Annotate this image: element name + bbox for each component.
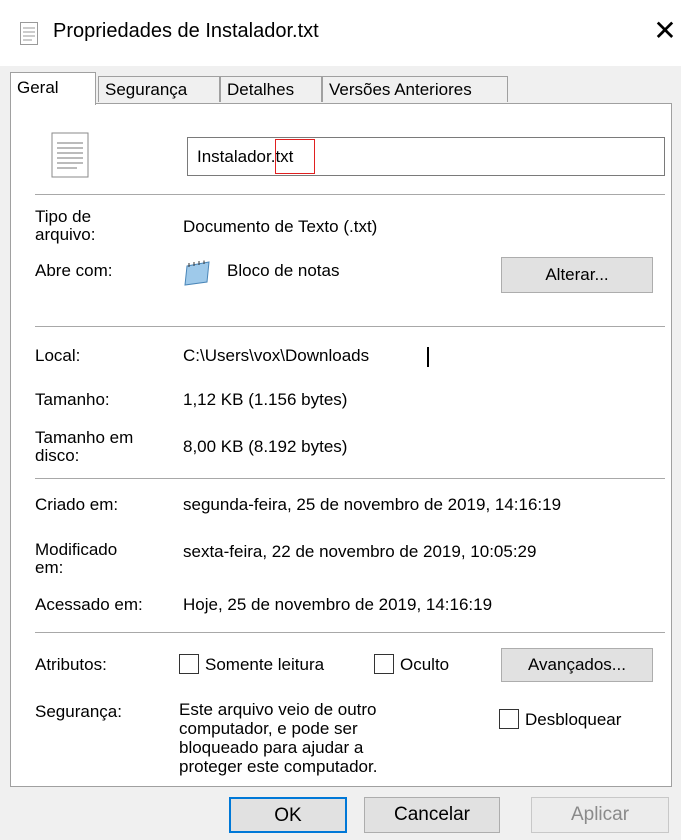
location-value: C:\Users\vox\Downloads [183, 346, 370, 365]
window-title: Propriedades de Instalador.txt [53, 20, 319, 42]
text-file-icon [20, 22, 38, 45]
tab-geral[interactable]: Geral [10, 72, 96, 105]
hidden-checkbox[interactable] [374, 654, 394, 674]
readonly-label[interactable]: Somente leitura [205, 656, 324, 674]
created-label: Criado em: [35, 495, 119, 514]
change-button[interactable]: Alterar... [501, 257, 653, 293]
cancel-button[interactable]: Cancelar [364, 797, 500, 833]
separator [35, 632, 665, 633]
disk-size-label-2: disco: [35, 446, 80, 465]
general-panel: Instalador.txt Tipo de arquivo: Document… [10, 103, 672, 787]
title-bar: Propriedades de Instalador.txt ✕ [0, 0, 681, 66]
location-label: Local: [35, 346, 81, 365]
text-cursor [427, 347, 429, 367]
ok-button[interactable]: OK [229, 797, 347, 833]
text-document-icon [51, 132, 89, 178]
security-text-line-4: proteger este computador. [179, 757, 378, 776]
file-name-text: Instalador.txt [197, 147, 294, 166]
close-button[interactable]: ✕ [650, 14, 680, 48]
accessed-value: Hoje, 25 de novembro de 2019, 14:16:19 [183, 595, 493, 614]
disk-size-label-1: Tamanho em [35, 428, 134, 447]
unblock-checkbox[interactable] [499, 709, 519, 729]
file-type-label-2: arquivo: [35, 225, 96, 244]
modified-value: sexta-feira, 22 de novembro de 2019, 10:… [183, 542, 537, 561]
tab-detalhes[interactable]: Detalhes [220, 76, 322, 102]
attributes-label: Atributos: [35, 655, 107, 674]
file-type-label-1: Tipo de [35, 207, 92, 226]
file-type-value: Documento de Texto (.txt) [183, 217, 378, 236]
readonly-checkbox[interactable] [179, 654, 199, 674]
modified-label-1: Modificado [35, 540, 118, 559]
security-text-line-3: bloqueado para ajudar a [179, 738, 364, 757]
opens-with-label: Abre com: [35, 261, 113, 280]
tab-strip: Geral Segurança Detalhes Versões Anterio… [10, 72, 670, 105]
separator [35, 194, 665, 195]
tab-seguranca[interactable]: Segurança [98, 76, 220, 102]
disk-size-value: 8,00 KB (8.192 bytes) [183, 437, 348, 456]
opens-with-value: Bloco de notas [227, 261, 340, 280]
advanced-button[interactable]: Avançados... [501, 648, 653, 682]
security-text-line-2: computador, e pode ser [179, 719, 358, 738]
notepad-icon [184, 260, 210, 286]
security-text-line-1: Este arquivo veio de outro [179, 700, 377, 719]
modified-label-2: em: [35, 558, 64, 577]
separator [35, 478, 665, 479]
size-value: 1,12 KB (1.156 bytes) [183, 390, 348, 409]
hidden-label[interactable]: Oculto [400, 656, 449, 674]
accessed-label: Acessado em: [35, 595, 143, 614]
separator [35, 326, 665, 327]
apply-button[interactable]: Aplicar [531, 797, 669, 833]
close-icon: ✕ [653, 15, 677, 46]
tab-versoes-anteriores[interactable]: Versões Anteriores [322, 76, 508, 102]
unblock-label[interactable]: Desbloquear [525, 711, 621, 729]
size-label: Tamanho: [35, 390, 110, 409]
security-label: Segurança: [35, 702, 122, 721]
file-name-input[interactable]: Instalador.txt [187, 137, 665, 176]
created-value: segunda-feira, 25 de novembro de 2019, 1… [183, 495, 562, 514]
